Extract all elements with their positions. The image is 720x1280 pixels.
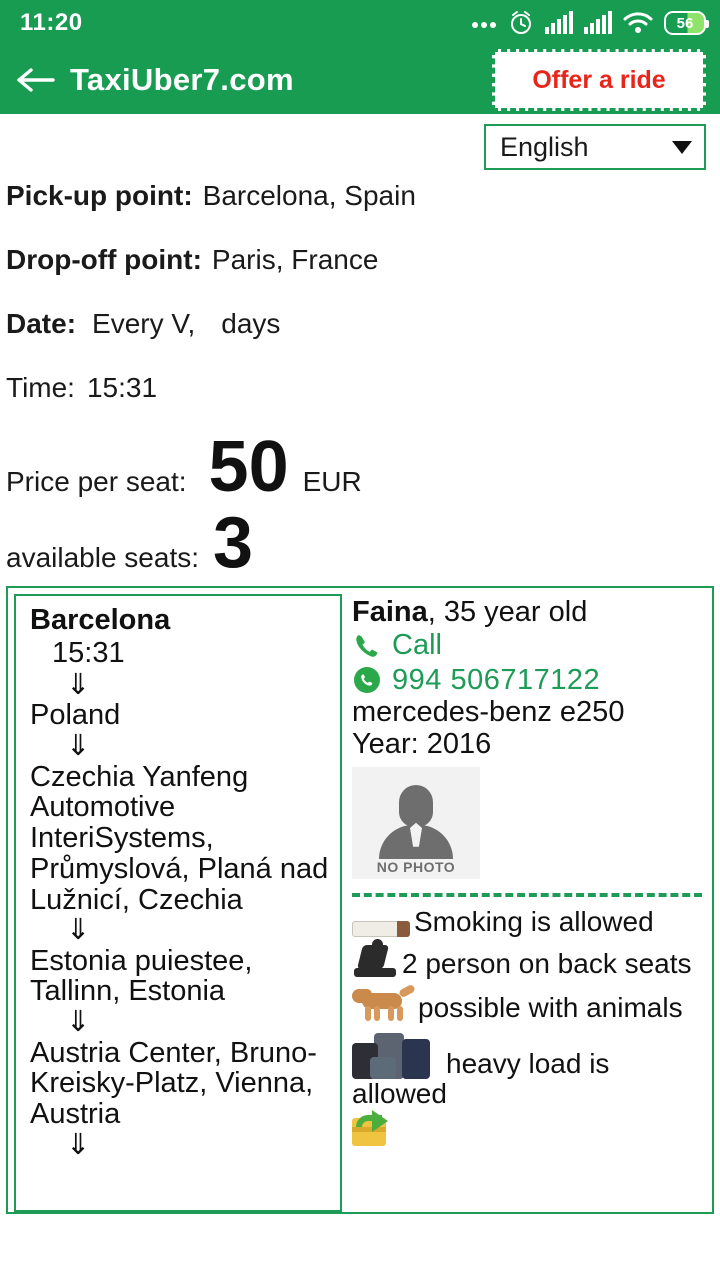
price-label: Price per seat: bbox=[6, 466, 187, 497]
seats-row: available seats: 3 bbox=[6, 503, 714, 583]
alarm-clock-icon bbox=[511, 11, 531, 34]
status-time: 11:20 bbox=[20, 9, 83, 36]
status-bar: 11:20 56 bbox=[0, 0, 720, 46]
battery-level: 56 bbox=[676, 14, 694, 32]
phone-icon bbox=[356, 634, 378, 657]
wifi-icon bbox=[623, 12, 653, 33]
car-model: mercedes-benz e250 bbox=[352, 695, 625, 728]
signal-bars-icon bbox=[584, 11, 612, 34]
route-arrow-icon: ⇓ bbox=[66, 914, 91, 947]
date-value: Every V, bbox=[92, 308, 196, 339]
date-row: Date: Every V, days bbox=[6, 308, 714, 340]
amenity-item: possible with animals bbox=[352, 981, 706, 1023]
pickup-value: Barcelona, Spain bbox=[202, 180, 416, 211]
person-silhouette-icon bbox=[377, 783, 455, 859]
call-label: Call bbox=[392, 629, 442, 662]
route-arrow-icon: ⇓ bbox=[66, 1006, 91, 1039]
chevron-down-icon bbox=[672, 140, 692, 154]
time-value: 15:31 bbox=[86, 372, 158, 403]
driver-age: , 35 year old bbox=[427, 596, 588, 628]
divider bbox=[352, 892, 702, 897]
price-value: 50 bbox=[208, 427, 289, 507]
amenity-label: 2 person on back seats bbox=[402, 947, 692, 979]
amenity-item: 2 person on back seats bbox=[352, 938, 706, 979]
route-stop: Poland bbox=[30, 699, 121, 732]
status-icon-group: 56 bbox=[471, 10, 709, 36]
driver-panel: Faina, 35 year old Call 994 506717122 me… bbox=[342, 588, 712, 1212]
route-arrow-icon: ⇓ bbox=[66, 730, 91, 763]
offer-a-ride-button[interactable]: Offer a ride bbox=[492, 49, 706, 111]
language-select[interactable]: English bbox=[484, 124, 706, 170]
driver-avatar: NO PHOTO bbox=[352, 766, 480, 879]
dropoff-row: Drop-off point: Paris, France bbox=[6, 244, 714, 276]
signal-bars-icon bbox=[545, 11, 573, 34]
no-photo-label: NO PHOTO bbox=[376, 858, 456, 875]
price-currency: EUR bbox=[302, 466, 362, 497]
amenity-item bbox=[352, 1110, 706, 1150]
time-row: Time: 15:31 bbox=[6, 372, 714, 404]
amenity-label: Smoking is allowed bbox=[414, 905, 654, 937]
route-arrow-icon: ⇓ bbox=[66, 669, 91, 701]
route-origin: Barcelona bbox=[30, 604, 171, 636]
whatsapp-icon bbox=[354, 666, 380, 693]
route-arrow-icon: ⇓ bbox=[66, 1128, 91, 1161]
seats-label: available seats: bbox=[6, 542, 200, 573]
back-button[interactable] bbox=[0, 46, 70, 114]
driver-name-row: Faina, 35 year old bbox=[352, 596, 706, 628]
call-link[interactable]: Call bbox=[352, 628, 706, 662]
route-stop: Austria Center, Bruno-Kreisky-Platz, Vie… bbox=[30, 1036, 317, 1131]
language-select-value: English bbox=[500, 131, 589, 162]
trip-summary: Pick-up point: Barcelona, Spain Drop-off… bbox=[0, 180, 720, 583]
parcel-icon bbox=[352, 1110, 414, 1150]
page-title: TaxiUber7.com bbox=[70, 62, 294, 97]
amenity-label: possible with animals bbox=[418, 991, 683, 1023]
pickup-row: Pick-up point: Barcelona, Spain bbox=[6, 180, 714, 212]
language-row: English bbox=[0, 114, 720, 180]
app-bar: TaxiUber7.com Offer a ride bbox=[0, 46, 720, 114]
driver-name: Faina bbox=[352, 596, 428, 628]
date-label: Date: bbox=[6, 308, 77, 339]
ride-details-card: Barcelona 15:31 ⇓ Poland ⇓ Czechia Yanfe… bbox=[6, 586, 714, 1214]
dropoff-label: Drop-off point: bbox=[6, 244, 202, 275]
seats-value: 3 bbox=[213, 503, 254, 583]
car-seat-icon bbox=[352, 938, 398, 979]
route-panel: Barcelona 15:31 ⇓ Poland ⇓ Czechia Yanfe… bbox=[14, 594, 342, 1212]
luggage-icon bbox=[352, 1025, 442, 1079]
pickup-label: Pick-up point: bbox=[6, 180, 193, 211]
more-dots-icon bbox=[472, 22, 496, 28]
dropoff-value: Paris, France bbox=[211, 244, 379, 275]
dog-icon bbox=[352, 981, 416, 1023]
car-year: Year: 2016 bbox=[352, 727, 492, 760]
price-row: Price per seat: 50 EUR bbox=[6, 427, 714, 507]
cigarette-icon bbox=[352, 920, 410, 937]
back-arrow-icon bbox=[17, 68, 55, 92]
route-stop: Czechia Yanfeng Automotive InteriSystems… bbox=[30, 760, 329, 916]
whatsapp-link[interactable]: 994 506717122 bbox=[352, 663, 706, 697]
phone-number: 994 506717122 bbox=[392, 663, 601, 696]
time-label: Time: bbox=[6, 372, 75, 403]
route-origin-time: 15:31 bbox=[52, 637, 125, 669]
date-unit: days bbox=[221, 308, 281, 339]
amenity-item: heavy load is allowed bbox=[352, 1025, 706, 1109]
route-stop: Estonia puiestee, Tallinn, Estonia bbox=[30, 944, 253, 1008]
amenity-item: Smoking is allowed bbox=[352, 905, 706, 937]
battery-icon: 56 bbox=[664, 11, 709, 35]
